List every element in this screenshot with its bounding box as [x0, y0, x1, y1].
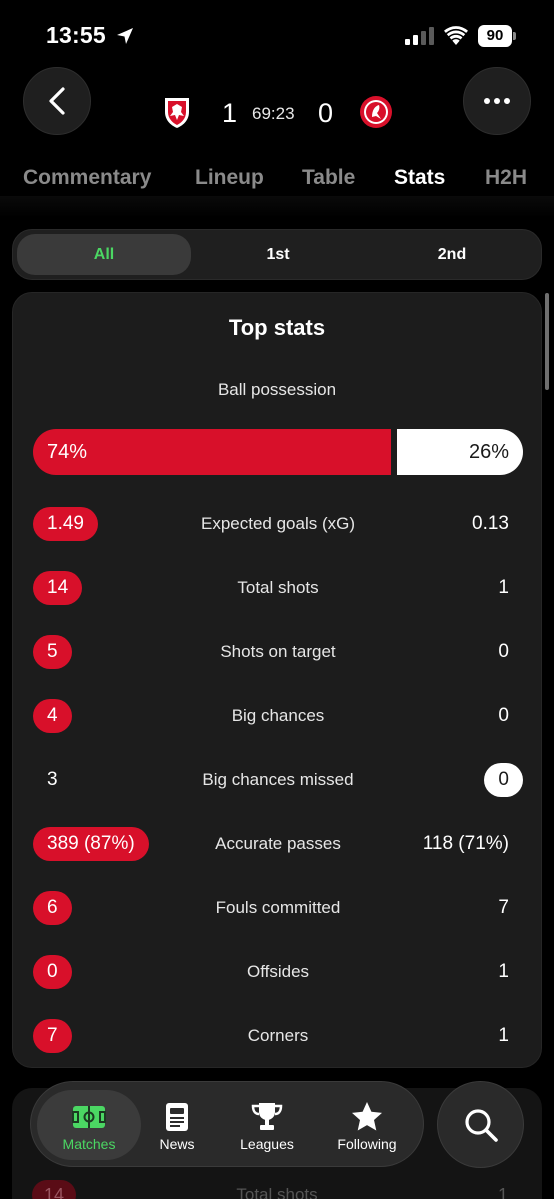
period-first-half-button[interactable]: 1st	[191, 234, 365, 275]
stat-label: Offsides	[246, 962, 310, 981]
nav-label: Following	[337, 1136, 397, 1152]
stat-label: Shots on target	[220, 642, 336, 661]
possession-away-fill: 26%	[397, 429, 523, 475]
away-stat-value: 0.13	[472, 513, 509, 534]
home-stat-value: 4	[33, 699, 72, 733]
stat-label: Corners	[247, 1026, 309, 1045]
stat-row: 14 Total shots 1	[13, 571, 543, 605]
tab-stats[interactable]: Stats	[394, 166, 445, 190]
peek-stat-label: Total shots	[236, 1185, 318, 1199]
battery-tip	[513, 32, 516, 40]
home-stat-value: 1.49	[33, 507, 98, 541]
bottom-navigation: Matches News Leagues Following	[30, 1081, 424, 1167]
nav-news[interactable]: News	[129, 1090, 225, 1160]
possession-label: Ball possession	[217, 380, 337, 399]
nav-leagues[interactable]: Leagues	[217, 1090, 317, 1160]
away-stat-value: 0	[498, 705, 509, 726]
trophy-icon	[251, 1103, 283, 1130]
home-score: 1	[222, 98, 238, 128]
home-stat-value: 14	[33, 571, 83, 605]
home-stat-value: 389 (87%)	[33, 827, 149, 861]
stat-row: 4 Big chances 0	[13, 699, 543, 733]
away-stat-value: 7	[498, 897, 509, 918]
tab-h2h[interactable]: H2H	[485, 166, 527, 190]
stat-row: 389 (87%) Accurate passes 118 (71%)	[13, 827, 543, 861]
away-stat-value: 0	[498, 641, 509, 662]
nav-following[interactable]: Following	[313, 1090, 421, 1160]
away-stat-value: 1	[498, 961, 509, 982]
card-title: Top stats	[228, 315, 326, 340]
home-stat-value: 3	[47, 769, 58, 790]
stat-row: 7 Corners 1	[13, 1019, 543, 1053]
stat-row: 6 Fouls committed 7	[13, 891, 543, 925]
top-stats-card: Top stats Ball possession 74% 26% 1.49 E…	[12, 292, 542, 1068]
tab-table[interactable]: Table	[302, 166, 355, 190]
home-stat-value: 6	[33, 891, 72, 925]
period-second-half-button[interactable]: 2nd	[365, 234, 539, 275]
stat-label: Big chances	[231, 706, 325, 725]
more-options-button[interactable]	[463, 67, 531, 135]
stat-label: Fouls committed	[215, 898, 341, 917]
possession-away-value: 26%	[468, 441, 509, 463]
stat-row: 3 Big chances missed 0	[13, 763, 543, 797]
possession-home-value: 74%	[47, 441, 88, 463]
home-stat-value: 7	[33, 1019, 72, 1053]
star-icon	[352, 1102, 382, 1131]
nav-label: Leagues	[240, 1136, 294, 1152]
period-all-button[interactable]: All	[17, 234, 191, 275]
away-stat-value: 1	[498, 577, 509, 598]
news-icon	[166, 1103, 188, 1131]
period-segmented-control: All 1st 2nd	[12, 229, 542, 280]
away-stat-value: 1	[498, 1025, 509, 1046]
away-score: 0	[318, 98, 334, 128]
tab-commentary[interactable]: Commentary	[23, 166, 151, 190]
ellipsis-icon	[484, 98, 510, 104]
stat-row: 0 Offsides 1	[13, 955, 543, 989]
cellular-signal-icon	[405, 27, 434, 45]
stat-label: Total shots	[237, 578, 319, 597]
search-icon	[464, 1108, 498, 1142]
pitch-icon	[72, 1106, 106, 1128]
peek-away-value: 1	[497, 1185, 508, 1199]
away-stat-value: 0	[484, 763, 523, 797]
away-stat-value: 118 (71%)	[422, 833, 509, 854]
tabs-divider	[0, 196, 554, 218]
possession-bar: 74% 26%	[33, 429, 523, 475]
stat-row: 5 Shots on target 0	[13, 635, 543, 669]
vertical-scrollbar[interactable]	[545, 293, 549, 390]
wifi-icon	[444, 26, 468, 45]
location-arrow-icon	[117, 28, 133, 44]
home-stat-value: 5	[33, 635, 72, 669]
match-tabs: Commentary Lineup Table Stats H2H	[0, 166, 554, 196]
nav-label: News	[159, 1136, 195, 1152]
nav-matches[interactable]: Matches	[37, 1090, 141, 1160]
stat-row: 1.49 Expected goals (xG) 0.13	[13, 507, 543, 541]
status-bar: 13:55 90	[0, 0, 554, 70]
tab-lineup[interactable]: Lineup	[195, 166, 264, 190]
possession-home-fill: 74%	[33, 429, 391, 475]
home-team-crest-icon[interactable]	[160, 95, 194, 129]
nav-label: Matches	[62, 1136, 116, 1152]
away-team-crest-icon[interactable]	[359, 95, 393, 129]
home-stat-value: 0	[33, 955, 72, 989]
back-button[interactable]	[23, 67, 91, 135]
battery-indicator: 90	[478, 25, 516, 47]
status-time: 13:55	[46, 22, 106, 48]
match-clock: 69:23	[252, 104, 295, 123]
search-button[interactable]	[437, 1081, 524, 1168]
stat-label: Big chances missed	[202, 770, 354, 789]
battery-level: 90	[478, 25, 512, 47]
chevron-left-icon	[49, 87, 65, 115]
